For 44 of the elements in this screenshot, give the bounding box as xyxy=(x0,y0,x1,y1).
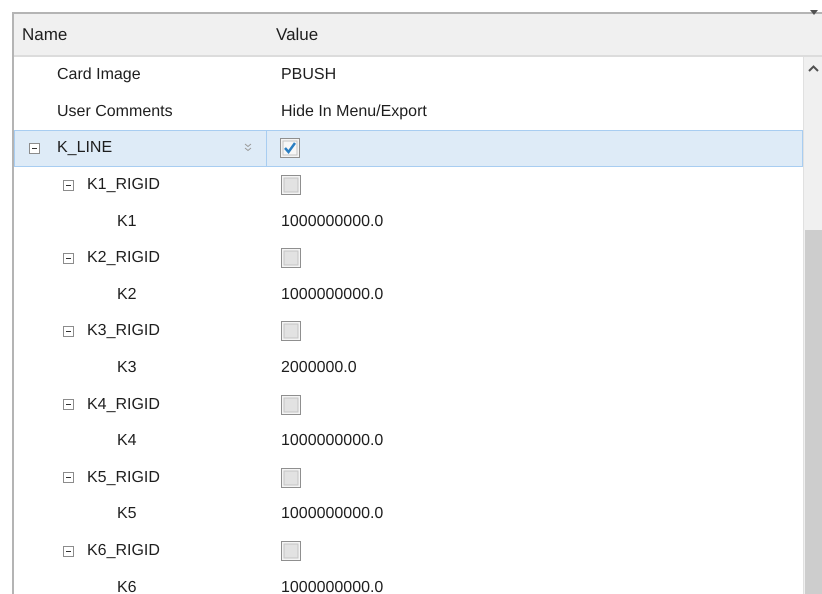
collapse-icon[interactable] xyxy=(63,180,74,191)
property-name[interactable]: User Comments xyxy=(57,100,173,124)
property-name[interactable]: K3_RIGID xyxy=(87,319,160,344)
checkbox[interactable] xyxy=(281,541,301,562)
collapse-icon[interactable] xyxy=(29,142,40,154)
scroll-up-icon[interactable] xyxy=(808,65,818,72)
property-name[interactable]: K2_RIGID xyxy=(87,246,160,270)
property-value[interactable]: 1000000000.0 xyxy=(281,502,384,526)
property-value[interactable]: 1000000000.0 xyxy=(281,429,384,454)
property-name[interactable]: K5 xyxy=(117,502,137,526)
checkbox[interactable] xyxy=(281,468,301,488)
property-name[interactable]: K6_RIGID xyxy=(87,539,160,564)
collapse-icon[interactable] xyxy=(63,326,74,337)
property-name[interactable]: K_LINE xyxy=(57,136,112,160)
column-header[interactable]: Value xyxy=(268,22,318,48)
dropdown-arrow-icon[interactable] xyxy=(810,10,818,15)
collapse-icon[interactable] xyxy=(63,472,74,484)
property-name[interactable]: K4_RIGID xyxy=(87,392,160,417)
property-name[interactable]: K4 xyxy=(117,429,137,454)
property-value[interactable]: 1000000000.0 xyxy=(281,282,384,307)
scrollbar[interactable] xyxy=(803,57,822,594)
scrollbar-thumb[interactable] xyxy=(804,230,822,594)
property-value[interactable]: PBUSH xyxy=(281,63,336,88)
column-header[interactable]: Name xyxy=(14,22,268,48)
collapse-icon[interactable] xyxy=(63,399,74,410)
checkbox[interactable] xyxy=(280,138,300,158)
checkbox[interactable] xyxy=(281,175,301,196)
checkbox[interactable] xyxy=(281,321,301,342)
property-name[interactable]: K6 xyxy=(117,576,137,594)
property-value[interactable]: 1000000000.0 xyxy=(281,210,384,234)
property-name[interactable]: K5_RIGID xyxy=(87,466,160,490)
checkbox[interactable] xyxy=(281,248,301,268)
checkbox[interactable] xyxy=(281,394,301,415)
property-value[interactable]: 2000000.0 xyxy=(281,356,357,380)
chevron-icon[interactable] xyxy=(244,143,252,154)
property-name[interactable]: K3 xyxy=(117,356,137,380)
collapse-icon[interactable] xyxy=(63,546,74,557)
property-name[interactable]: K1 xyxy=(117,210,137,234)
property-name[interactable]: Card Image xyxy=(57,63,141,88)
collapse-icon[interactable] xyxy=(63,252,74,264)
property-value[interactable]: 1000000000.0 xyxy=(281,576,384,594)
property-value[interactable]: Hide In Menu/Export xyxy=(281,100,427,124)
property-name[interactable]: K1_RIGID xyxy=(87,173,160,198)
property-name[interactable]: K2 xyxy=(117,282,137,307)
